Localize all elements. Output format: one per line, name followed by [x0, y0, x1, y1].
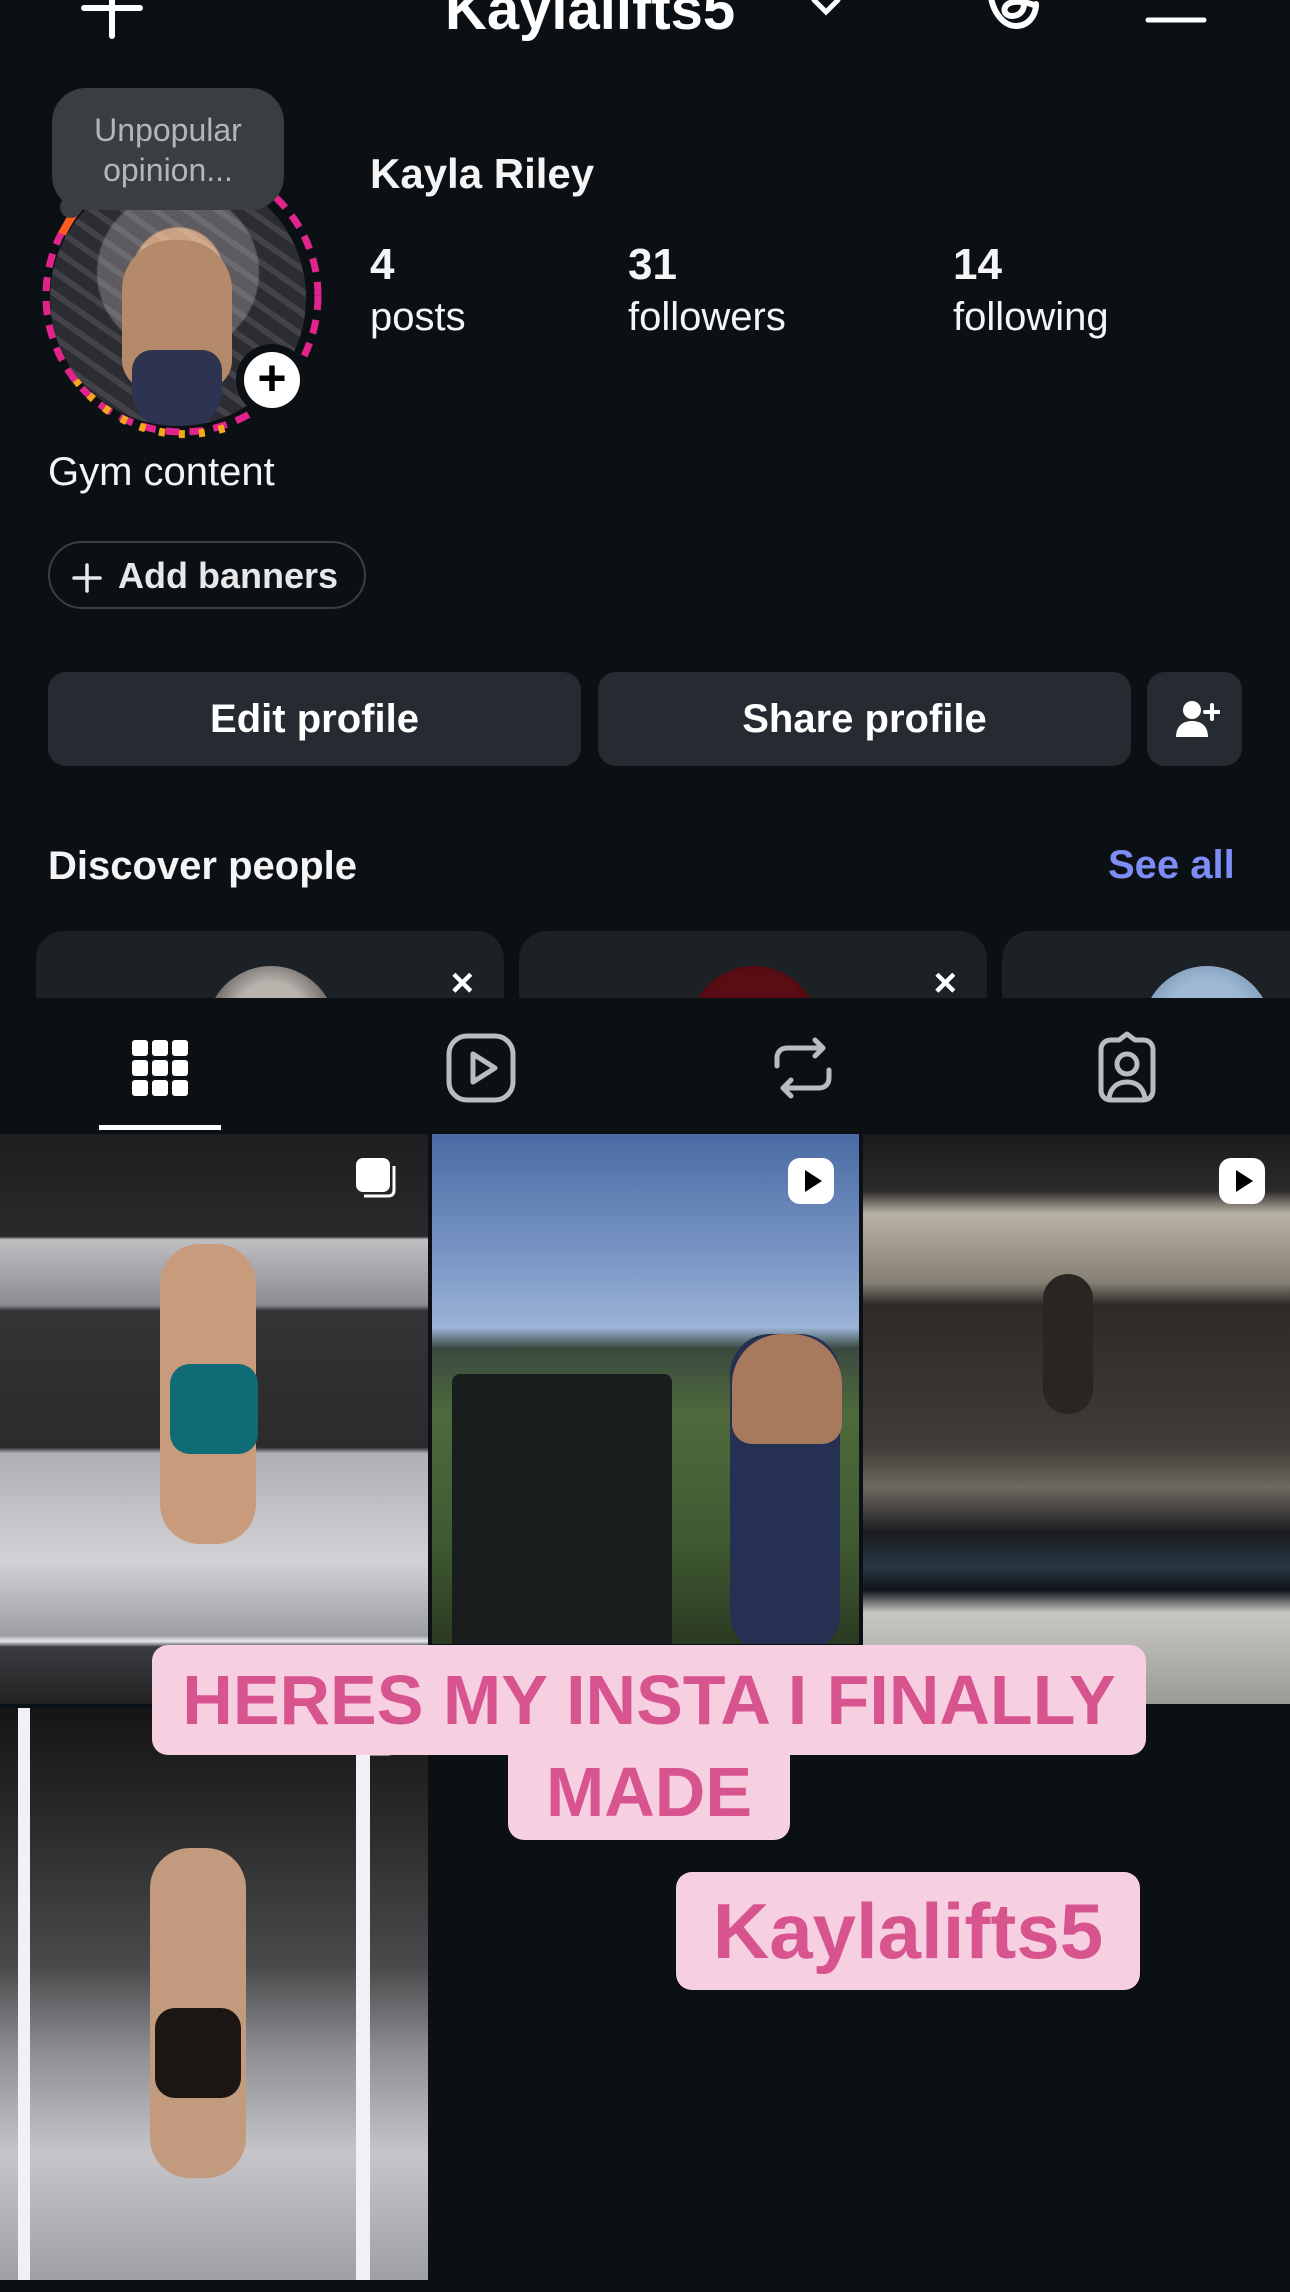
- create-button[interactable]: [80, 0, 144, 40]
- add-banners-label: Add banners: [118, 555, 339, 596]
- stat-label: following: [953, 295, 1109, 339]
- overlay-caption-line1: HERES MY INSTA I FINALLY: [152, 1645, 1146, 1755]
- overlay-handle: Kaylalifts5: [676, 1872, 1140, 1990]
- stat-following[interactable]: 14 following: [953, 238, 1109, 342]
- stat-followers[interactable]: 31 followers: [628, 238, 786, 342]
- stat-label: followers: [628, 295, 786, 339]
- plus-icon: +: [244, 352, 300, 408]
- stat-value: 14: [953, 240, 1002, 289]
- overlay-caption-line2: MADE: [508, 1752, 790, 1840]
- menu-icon[interactable]: [1144, 0, 1208, 26]
- chevron-down-icon[interactable]: [808, 0, 844, 24]
- username-title[interactable]: Kaylalifts5: [445, 0, 735, 43]
- reel-icon: [1217, 1156, 1267, 1206]
- edit-profile-button[interactable]: Edit profile: [48, 672, 581, 766]
- post-thumbnail[interactable]: [0, 1134, 428, 1704]
- post-thumbnail[interactable]: [432, 1134, 859, 1644]
- reposts-icon[interactable]: [763, 1028, 843, 1108]
- post-thumbnail[interactable]: [863, 1134, 1290, 1704]
- add-story-button[interactable]: +: [236, 344, 308, 416]
- close-icon[interactable]: ×: [451, 963, 474, 1003]
- tagged-icon[interactable]: [1087, 1028, 1167, 1108]
- close-icon[interactable]: ×: [934, 963, 957, 1003]
- profile-bio: Gym content: [48, 450, 275, 494]
- share-profile-button[interactable]: Share profile: [598, 672, 1131, 766]
- plus-icon: [72, 563, 102, 593]
- stat-posts[interactable]: 4 posts: [370, 238, 466, 342]
- reels-icon[interactable]: [441, 1028, 521, 1108]
- add-banners-button[interactable]: Add banners: [48, 541, 366, 609]
- carousel-icon: [354, 1156, 398, 1200]
- stat-value: 4: [370, 240, 395, 289]
- see-all-link[interactable]: See all: [1108, 843, 1235, 888]
- add-person-icon: [1175, 701, 1220, 737]
- discover-people-toggle-button[interactable]: [1147, 672, 1242, 766]
- discover-people-title: Discover people: [48, 844, 358, 888]
- post-thumbnail[interactable]: [0, 1708, 428, 2280]
- profile-tabs: [0, 998, 1290, 1132]
- threads-icon[interactable]: [982, 0, 1044, 32]
- active-tab-indicator: [99, 1125, 221, 1130]
- reel-icon: [786, 1156, 836, 1206]
- stat-label: posts: [370, 295, 466, 339]
- note-bubble[interactable]: Unpopular opinion...: [52, 88, 284, 210]
- stat-value: 31: [628, 240, 677, 289]
- grid-icon[interactable]: [120, 1028, 200, 1108]
- profile-full-name: Kayla Riley: [370, 150, 595, 197]
